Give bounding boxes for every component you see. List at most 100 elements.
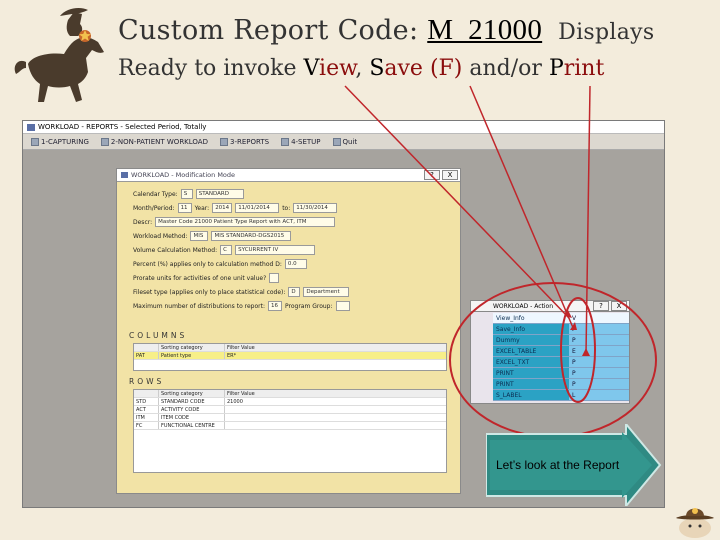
menu-label: 4-SETUP (291, 137, 321, 146)
setup-icon (281, 137, 290, 146)
action-name: EXCEL_TABLE (493, 346, 569, 356)
action-name: View_Info (493, 313, 569, 323)
slide-subtitle: Ready to invoke View, Save (F) and/or Pr… (118, 56, 604, 81)
list-item[interactable]: EXCEL_TXT P (493, 357, 629, 368)
table-row[interactable]: STD STANDARD CODE 21000 (134, 398, 446, 406)
workload-code-field[interactable]: MIS (190, 231, 209, 241)
action-name: Save_Info (493, 324, 569, 334)
action-value: E (569, 346, 629, 356)
date-from-field[interactable]: 11/01/2014 (235, 203, 280, 213)
prorate-checkbox[interactable] (269, 273, 280, 283)
menu-reports[interactable]: 3-REPORTS (216, 137, 273, 146)
month-field[interactable]: 11 (177, 203, 192, 213)
grid-header-cell (134, 344, 158, 351)
grid-cell: ITM (136, 415, 145, 421)
cowboy-horse-logo (14, 8, 104, 102)
action-value: L (569, 390, 629, 400)
grid-cell (224, 422, 446, 429)
percent-field[interactable]: 0.0 (284, 259, 307, 269)
list-item[interactable]: EXCEL_TABLE E (493, 346, 629, 357)
action-name: Dummy (493, 335, 569, 345)
menu-label: Quit (342, 137, 358, 146)
list-item[interactable]: PRINT P (493, 368, 629, 379)
prorate-label: Prorate units for activities of one unit… (133, 274, 267, 282)
list-item[interactable]: View_Info V (493, 313, 629, 324)
save-first-letter: S (369, 56, 385, 81)
month-label: Month/Period: (133, 204, 175, 212)
grid-header-row: Sorting category Filter Value (134, 344, 446, 352)
action-value: P (569, 335, 629, 345)
dialog-title: WORKLOAD - Modification Mode (131, 171, 236, 179)
menu-capturing[interactable]: 1-CAPTURING (27, 137, 93, 146)
popup-title: WORKLOAD - Action (493, 302, 553, 310)
help-button[interactable]: ? (424, 170, 440, 180)
popup-close-button[interactable]: X (611, 301, 627, 311)
volume-method-field[interactable]: SYCURRENT IV (235, 245, 316, 255)
table-row[interactable]: ACT ACTIVITY CODE (134, 406, 446, 414)
app-icon (27, 123, 35, 131)
save-paren: (F) (422, 56, 463, 81)
menu-non-patient-workload[interactable]: 2-NON-PATIENT WORKLOAD (97, 137, 212, 146)
calendar-code-field[interactable]: S (180, 189, 193, 199)
volume-code-field[interactable]: C (220, 245, 233, 255)
menu-quit[interactable]: Quit (329, 137, 362, 146)
grid-cell: FUNCTIONAL CENTRE (158, 422, 224, 429)
fileset-code-field[interactable]: D (288, 287, 301, 297)
title-prefix: Custom Report Code: (118, 15, 428, 46)
grid-header-cell: Sorting category (158, 390, 224, 397)
percent-label: Percent (%) applies only to calculation … (133, 260, 282, 268)
grid-cell (224, 406, 446, 413)
list-item[interactable]: PRINT P (493, 379, 629, 390)
app-titlebar: WORKLOAD - REPORTS - Selected Period, To… (23, 121, 664, 134)
app-title: WORKLOAD - REPORTS - Selected Period, To… (38, 122, 207, 131)
callout-label: Let’s look at the Report (496, 458, 620, 472)
year-field[interactable]: 2014 (212, 203, 233, 213)
grid-cell: ITEM CODE (158, 414, 224, 421)
year-label: Year: (194, 204, 210, 212)
title-suffix: Displays (558, 20, 655, 45)
menu-label: 3-REPORTS (229, 137, 270, 146)
fileset-type-field[interactable]: Department (303, 287, 350, 297)
to-label: to: (282, 204, 291, 212)
program-group-label: Program Group: (285, 302, 333, 310)
quit-icon (332, 137, 341, 146)
action-name: EXCEL_TXT (493, 357, 569, 367)
table-row[interactable]: FC FUNCTIONAL CENTRE (134, 422, 446, 430)
grid-cell: ACT (136, 407, 146, 413)
columns-grid: Sorting category Filter Value PAT Patien… (133, 343, 447, 371)
and-or: and/or (462, 56, 549, 81)
menu-label: 2-NON-PATIENT WORKLOAD (110, 137, 208, 146)
workload-method-field[interactable]: MIS STANDARD-DGS2015 (211, 231, 292, 241)
grid-cell: ER* (224, 352, 446, 359)
grid-header-cell (134, 390, 158, 397)
modification-dialog: WORKLOAD - Modification Mode ? X Calenda… (116, 168, 461, 494)
table-row[interactable]: ITM ITEM CODE (134, 414, 446, 422)
popup-help-button[interactable]: ? (593, 301, 609, 311)
calendar-type-field[interactable]: STANDARD (195, 189, 244, 199)
view-rest: iew (319, 56, 356, 81)
action-list: View_Info V Save_Info F Dummy P EXCEL_TABLE… (493, 313, 629, 401)
report-code: M_21000 (427, 14, 543, 46)
close-button[interactable]: X (442, 170, 458, 180)
app-menubar: 1-CAPTURING 2-NON-PATIENT WORKLOAD 3-REP… (23, 134, 664, 150)
menu-setup[interactable]: 4-SETUP (277, 137, 324, 146)
volume-method-label: Volume Calculation Method: (133, 246, 218, 254)
save-rest: ave (384, 56, 423, 81)
table-row[interactable]: PAT Patient type ER* (134, 352, 446, 360)
date-to-field[interactable]: 11/30/2014 (293, 203, 338, 213)
grid-header-row: Sorting category Filter Value (134, 390, 446, 398)
columns-section-title: COLUMNS (129, 331, 188, 340)
program-group-field[interactable] (335, 301, 350, 311)
list-item[interactable]: S_LABEL L (493, 390, 629, 401)
dialog-icon (121, 172, 128, 178)
action-value: P (569, 379, 629, 389)
action-value: P (569, 368, 629, 378)
capture-icon (31, 137, 39, 146)
grid-cell: FC (136, 423, 143, 429)
list-item[interactable]: Save_Info F (493, 324, 629, 335)
reports-icon (219, 137, 228, 146)
list-item[interactable]: Dummy P (493, 335, 629, 346)
max-distributions-field[interactable]: 16 (268, 301, 282, 311)
descr-field[interactable]: Master Code 21000 Patient Type Report wi… (155, 217, 336, 227)
cowboy-mascot-icon (676, 508, 714, 538)
